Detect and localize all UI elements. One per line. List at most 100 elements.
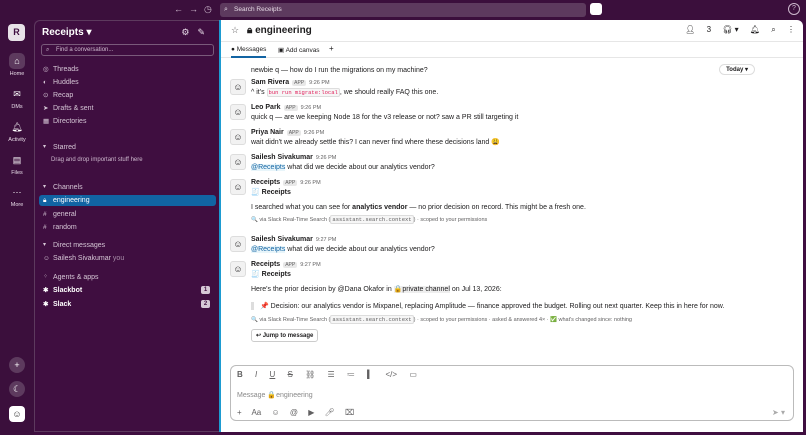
hash-icon: #: [43, 211, 47, 218]
send-icon[interactable]: ➤ ▾: [772, 408, 785, 417]
rail-activity[interactable]: 🔔︎ Activity: [0, 119, 34, 143]
rail-more[interactable]: ⋯ More: [0, 184, 34, 208]
channel-chip[interactable]: 🔒private channel: [393, 286, 450, 293]
rail-more-label: More: [10, 202, 24, 208]
blockquote-icon[interactable]: ▍: [367, 370, 373, 379]
microphone-icon[interactable]: 🎤︎: [325, 408, 335, 417]
back-icon[interactable]: ←: [174, 4, 183, 14]
jump-to-message-button[interactable]: ↩ Jump to message: [251, 329, 319, 342]
strikethrough-icon[interactable]: S: [288, 370, 293, 379]
bold-icon[interactable]: B: [237, 370, 243, 379]
timestamp[interactable]: 9:26 PM: [304, 130, 324, 136]
history-icon[interactable]: ◷: [204, 4, 212, 15]
forward-icon[interactable]: →: [189, 4, 198, 14]
theme-icon[interactable]: ☾: [9, 381, 25, 397]
code-icon[interactable]: </>: [386, 370, 398, 379]
starred-section[interactable]: ▾ Starred: [39, 142, 216, 153]
avatar[interactable]: ☺: [230, 236, 246, 252]
members-button[interactable]: 👤︎ 3: [685, 25, 711, 34]
timestamp[interactable]: 9:27 PM: [300, 262, 320, 268]
sidebar-item-huddles[interactable]: ◐ Huddles: [39, 77, 216, 88]
shortcut-icon[interactable]: ⌧: [345, 408, 354, 417]
user-mention[interactable]: @Dana Okafor: [338, 286, 385, 293]
message-composer[interactable]: B I U S ⛓ ☰ ≔ ▍ </> ▭ Message 🔒engineeri…: [230, 365, 794, 421]
mention[interactable]: @Receipts: [251, 246, 286, 253]
timestamp[interactable]: 9:26 PM: [300, 180, 320, 186]
sidebar-item-engineering[interactable]: 🔒︎ engineering: [39, 195, 216, 206]
channel-header: ☆ 🔒︎ engineering 👤︎ 3 🎧︎ ▾ 🔔︎ ⌕ ⋮: [221, 20, 803, 42]
composer-placeholder[interactable]: Message 🔒engineering: [237, 391, 313, 399]
tab-add-canvas[interactable]: ▣ Add canvas: [278, 46, 320, 54]
search-bar[interactable]: ⌕ Search Receipts: [220, 3, 586, 17]
huddle-icon[interactable]: 🎧︎ ▾: [722, 25, 738, 34]
code-block-icon[interactable]: ▭: [409, 370, 417, 379]
user-avatar[interactable]: [590, 3, 602, 15]
bullet-list-icon[interactable]: ≔: [347, 370, 355, 379]
timestamp[interactable]: 9:26 PM: [301, 105, 321, 111]
sidebar-item-general[interactable]: # general: [39, 209, 216, 220]
text-format-icon[interactable]: Aa: [251, 408, 261, 417]
underline-icon[interactable]: U: [269, 370, 275, 379]
author-name[interactable]: Leo Park: [251, 104, 281, 111]
sidebar-item-threads[interactable]: ◎ Threads: [39, 64, 216, 75]
profile-avatar[interactable]: ☺: [9, 406, 25, 422]
create-icon[interactable]: +: [9, 357, 25, 373]
search-icon[interactable]: ⌕: [771, 25, 775, 34]
tab-messages[interactable]: ● Messages: [231, 46, 267, 58]
timestamp[interactable]: 9:27 PM: [316, 237, 336, 243]
notifications-icon[interactable]: 🔔︎: [750, 25, 760, 34]
help-icon[interactable]: ?: [788, 3, 800, 15]
author-name[interactable]: Sam Rivera: [251, 79, 289, 86]
rail-files[interactable]: ▤ Files: [0, 152, 34, 176]
sidebar-item-dm-self[interactable]: ☺ Sailesh Sivakumar you: [39, 253, 216, 264]
author-name[interactable]: Sailesh Sivakumar: [251, 154, 313, 161]
find-conversation-input[interactable]: ⌕ Find a conversation...: [41, 44, 214, 56]
rail-dms[interactable]: ✉ DMs: [0, 86, 34, 110]
sidebar-item-recap[interactable]: ⊙ Recap: [39, 90, 216, 101]
star-icon[interactable]: ☆: [231, 25, 239, 36]
meta-segment: ) · scoped to your permissions: [413, 217, 488, 223]
dms-section[interactable]: ▾ Direct messages: [39, 240, 216, 251]
avatar[interactable]: ☺: [230, 261, 246, 277]
apps-section[interactable]: ⁘ Agents & apps: [39, 272, 216, 283]
workspace-switcher[interactable]: R: [8, 24, 25, 41]
mention[interactable]: @Receipts: [251, 164, 286, 171]
author-name[interactable]: Receipts: [251, 179, 280, 186]
add-tab-icon[interactable]: +: [329, 44, 334, 53]
settings-icon[interactable]: ⚙: [181, 27, 197, 37]
avatar[interactable]: ☺: [230, 129, 246, 145]
app-tag: APP: [283, 105, 298, 111]
emoji-icon[interactable]: ☺: [271, 408, 279, 417]
kebab-menu-icon[interactable]: ⋮: [787, 25, 795, 34]
avatar[interactable]: ☺: [230, 154, 246, 170]
meta-segment: 🔍 via Slack Real-Time Search (: [251, 317, 331, 323]
avatar[interactable]: ☺: [230, 179, 246, 195]
chevron-down-icon: ▾: [43, 242, 47, 248]
plus-icon[interactable]: +: [237, 408, 242, 417]
avatar[interactable]: ☺: [230, 104, 246, 120]
author-name[interactable]: Priya Nair: [251, 129, 284, 136]
sidebar-item-slackbot[interactable]: ✱ Slackbot 1: [39, 285, 216, 296]
sidebar-item-directories[interactable]: ▦ Directories: [39, 116, 216, 127]
sidebar-item-slack[interactable]: ✱ Slack 2: [39, 299, 216, 310]
channels-section[interactable]: ▾ Channels: [39, 182, 216, 193]
timestamp[interactable]: 9:26 PM: [316, 155, 336, 161]
author-name[interactable]: Receipts: [251, 261, 280, 268]
channel-title[interactable]: 🔒︎ engineering: [247, 25, 312, 36]
sidebar-item-drafts[interactable]: ➤ Drafts & sent: [39, 103, 216, 114]
compose-icon[interactable]: ✎: [197, 27, 213, 37]
rail-home[interactable]: ⌂ Home: [0, 53, 34, 77]
workspace-name[interactable]: Receipts ▾: [42, 27, 92, 38]
avatar[interactable]: ☺: [230, 79, 246, 95]
video-icon[interactable]: ▶: [308, 408, 314, 417]
message-text: ^ it's bun run migrate:local, we should …: [251, 88, 786, 97]
link-icon[interactable]: ⛓: [305, 370, 315, 379]
home-icon: ⌂: [9, 53, 25, 69]
mention-icon[interactable]: @: [290, 408, 298, 417]
timestamp[interactable]: 9:26 PM: [309, 80, 329, 86]
author-name[interactable]: Sailesh Sivakumar: [251, 236, 313, 243]
sidebar-item-random[interactable]: # random: [39, 222, 216, 233]
starred-note: Drag and drop important stuff here: [51, 157, 143, 163]
ordered-list-icon[interactable]: ☰: [327, 370, 334, 379]
italic-icon[interactable]: I: [255, 370, 257, 379]
